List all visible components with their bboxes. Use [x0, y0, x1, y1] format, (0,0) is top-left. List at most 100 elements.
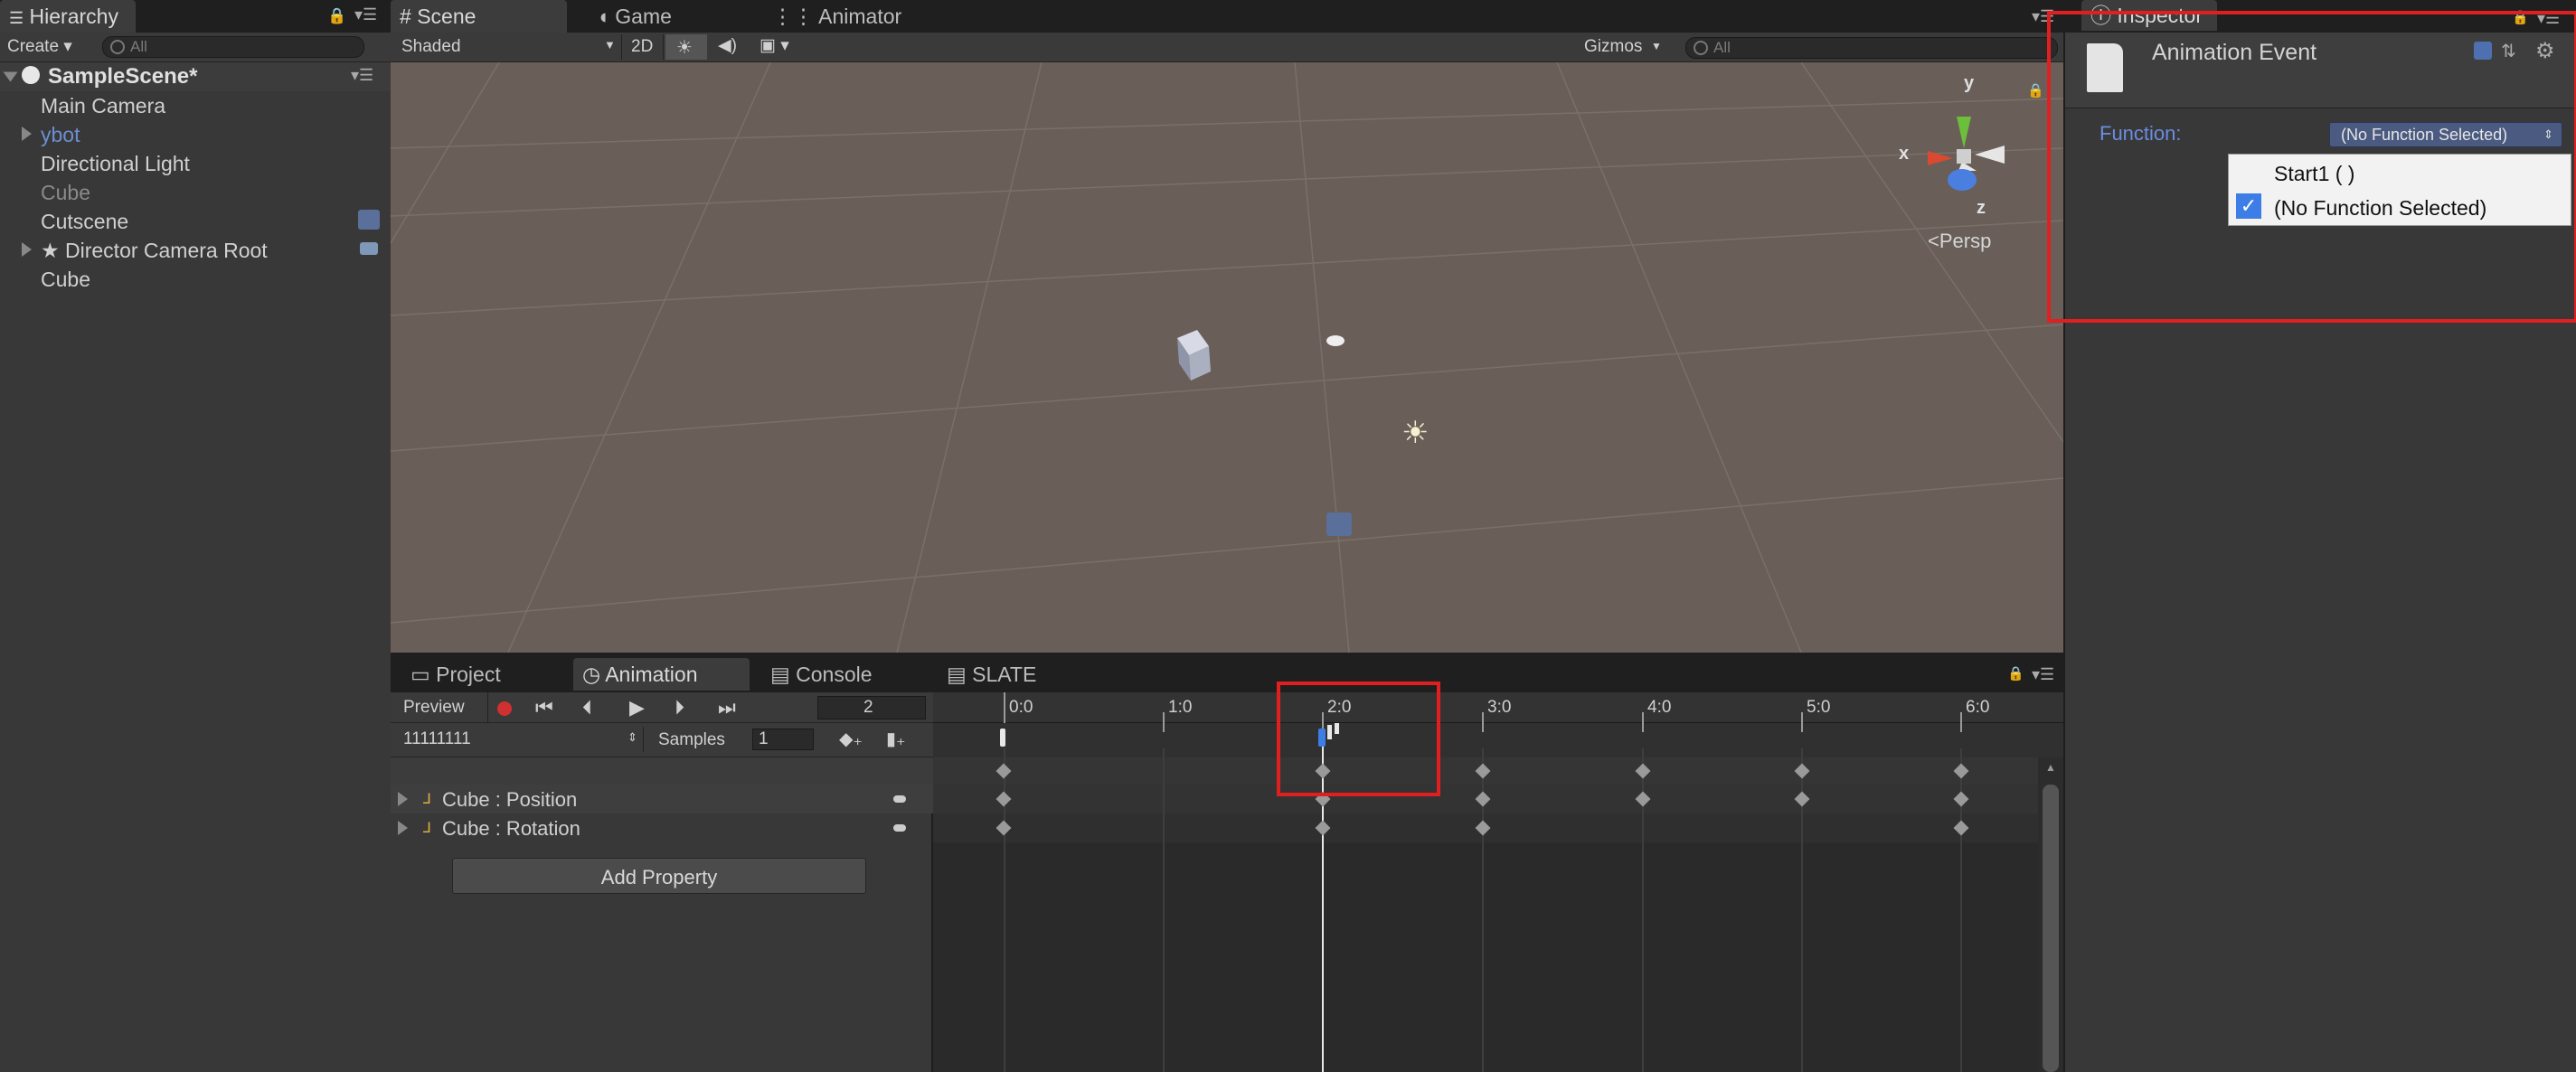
panel-menu-icon[interactable]: ▾☰ — [354, 5, 377, 24]
scene-viewport[interactable]: ☀ y x z <Persp 🔒 — [391, 62, 2063, 653]
unity-scene-icon — [22, 66, 40, 84]
light-gizmo-icon[interactable]: ☀ — [1401, 415, 1429, 451]
add-event-icon[interactable]: ▮₊ — [886, 728, 906, 750]
tab-animation[interactable]: ◷ Animation — [573, 658, 750, 691]
search-placeholder: All — [1713, 39, 1731, 56]
tab-hierarchy-label: Hierarchy — [29, 5, 118, 28]
tab-animation-label: Animation — [605, 663, 698, 686]
scene-tabbar: # Scene ◖ Game ⋮⋮ Animator ▾☰ — [391, 0, 2063, 33]
hierarchy-tabbar: ☰ Hierarchy 🔒 ▾☰ — [0, 0, 391, 33]
expand-arrow-icon[interactable] — [22, 242, 32, 257]
ruler-tick — [1960, 712, 1962, 732]
clip-dropdown[interactable]: 11111111 ⇕ — [394, 727, 644, 752]
toggle-2d-button[interactable]: 2D — [624, 34, 664, 60]
scene-menu-icon[interactable]: ▾☰ — [351, 66, 373, 85]
hierarchy-item-director-camera-root[interactable]: ★ Director Camera Root — [41, 239, 268, 263]
persp-icon: < — [1928, 230, 1939, 252]
dopesheet[interactable]: 0:0 1:0 2:0 3:0 4:0 5:0 6:0 ▲ — [933, 692, 2063, 1072]
event-lane[interactable] — [933, 723, 2063, 757]
property-row-position[interactable]: ⅃ Cube : Position — [391, 785, 933, 813]
tab-game[interactable]: ◖ Game — [588, 0, 723, 33]
scene-search-input[interactable]: All — [1685, 37, 2058, 59]
hierarchy-search-input[interactable]: All — [102, 36, 364, 58]
console-icon: ▤ — [770, 663, 790, 686]
shading-dropdown[interactable]: Shaded ▼ — [394, 34, 622, 60]
chevron-down-icon: ▼ — [1651, 40, 1662, 52]
last-keyframe-icon[interactable]: ⏭ — [718, 696, 736, 719]
frame-input[interactable]: 2 — [817, 696, 926, 719]
inspector-panel: ⓘ Inspector 🔒 ▾☰ Animation Event ⇅ ⚙ Fun… — [2047, 0, 2576, 1072]
add-property-button[interactable]: Add Property — [452, 858, 866, 894]
scroll-up-icon[interactable]: ▲ — [2045, 761, 2056, 774]
position-lane — [933, 785, 2063, 813]
samples-label: Samples — [658, 730, 725, 749]
scroll-thumb[interactable] — [2043, 785, 2059, 1072]
next-keyframe-icon[interactable]: ⏵ — [675, 696, 684, 719]
highlight-box-inspector — [2047, 11, 2576, 323]
audio-icon[interactable]: ◀) — [718, 35, 737, 56]
tab-animator[interactable]: ⋮⋮ Animator — [763, 0, 944, 33]
gizmos-dropdown[interactable]: Gizmos ▼ — [1577, 34, 1667, 60]
lock-icon[interactable]: 🔒 — [327, 7, 346, 25]
list-icon: ☰ — [9, 9, 24, 27]
updown-icon: ⇕ — [627, 730, 637, 744]
property-row-rotation[interactable]: ⅃ Cube : Rotation — [391, 813, 933, 842]
animation-panel: ▭ Project ◷ Animation ▤ Console ▤ SLATE … — [391, 653, 2063, 1072]
play-icon[interactable]: ▶ — [629, 696, 645, 719]
hierarchy-item-directional-light[interactable]: Directional Light — [41, 152, 190, 176]
image-effects-icon[interactable]: ▣ ▾ — [760, 35, 789, 56]
add-keyframe-icon[interactable]: ◆₊ — [839, 728, 863, 750]
vertical-scrollbar[interactable]: ▲ — [2038, 757, 2063, 1072]
hierarchy-item-main-camera[interactable]: Main Camera — [41, 94, 165, 118]
samples-input[interactable]: 1 — [752, 729, 814, 750]
ruler-label: 6:0 — [1966, 698, 1990, 717]
persp-label[interactable]: <Persp — [1928, 230, 1991, 253]
ruler-tick — [1004, 692, 1005, 723]
scene-panel: # Scene ◖ Game ⋮⋮ Animator ▾☰ Shaded ▼ 2… — [391, 0, 2063, 653]
tab-console-label: Console — [796, 663, 873, 686]
property-options-icon[interactable] — [893, 795, 906, 803]
prev-keyframe-icon[interactable]: ⏴ — [582, 696, 592, 719]
lock-icon[interactable]: 🔒 — [2007, 665, 2024, 682]
scene-root-row[interactable]: SampleScene* ▾☰ — [0, 62, 391, 91]
ruler-tick — [1801, 712, 1803, 732]
ruler-label: 5:0 — [1807, 698, 1831, 717]
ruler-label: 4:0 — [1647, 698, 1672, 717]
transform-icon: ⅃ — [423, 821, 431, 836]
clip-toolbar: 11111111 ⇕ Samples 1 ◆₊ ▮₊ — [391, 723, 933, 757]
tab-console[interactable]: ▤ Console — [761, 658, 897, 691]
create-dropdown[interactable]: Create ▾ — [7, 36, 72, 57]
property-options-icon[interactable] — [893, 824, 906, 832]
summary-row — [391, 757, 933, 785]
transform-icon: ⅃ — [423, 792, 431, 807]
property-label-position: Cube : Position — [442, 788, 578, 811]
tab-slate[interactable]: ▤ SLATE — [938, 658, 1073, 691]
expand-arrow-icon[interactable] — [398, 792, 408, 806]
scene-toolbar: Shaded ▼ 2D ☀ ◀) ▣ ▾ Gizmos ▼ All — [391, 33, 2063, 62]
hierarchy-item-cube[interactable]: Cube — [41, 268, 90, 292]
hierarchy-item-cutscene[interactable]: Cutscene — [41, 210, 128, 234]
preview-button[interactable]: Preview — [391, 692, 488, 723]
tab-project[interactable]: ▭ Project — [401, 658, 564, 691]
gizmo-axis-y: y — [1964, 73, 1975, 93]
orientation-gizmo[interactable] — [1892, 99, 2027, 207]
folder-icon: ▭ — [410, 663, 430, 686]
ruler-tick — [1642, 712, 1644, 732]
lock-icon[interactable]: 🔒 — [2027, 82, 2044, 99]
search-icon — [110, 40, 125, 54]
hierarchy-item-cube-inactive[interactable]: Cube — [41, 181, 90, 205]
highlight-box-event — [1277, 682, 1440, 796]
first-keyframe-icon[interactable]: ⏮ — [535, 696, 553, 719]
expand-arrow-icon[interactable] — [398, 821, 408, 835]
tab-scene[interactable]: # Scene — [391, 0, 567, 33]
samples-value: 1 — [759, 729, 769, 748]
hierarchy-item-ybot[interactable]: ybot — [41, 123, 80, 147]
record-icon[interactable] — [497, 701, 512, 716]
expand-arrow-icon[interactable] — [22, 127, 32, 141]
tab-hierarchy[interactable]: ☰ Hierarchy — [0, 0, 136, 33]
panel-menu-icon[interactable]: ▾☰ — [2032, 665, 2054, 684]
lighting-toggle[interactable]: ☀ — [665, 34, 707, 60]
persp-text: Persp — [1939, 230, 1992, 252]
animation-event-marker[interactable] — [1000, 729, 1005, 747]
collapse-arrow-icon[interactable] — [3, 71, 18, 82]
